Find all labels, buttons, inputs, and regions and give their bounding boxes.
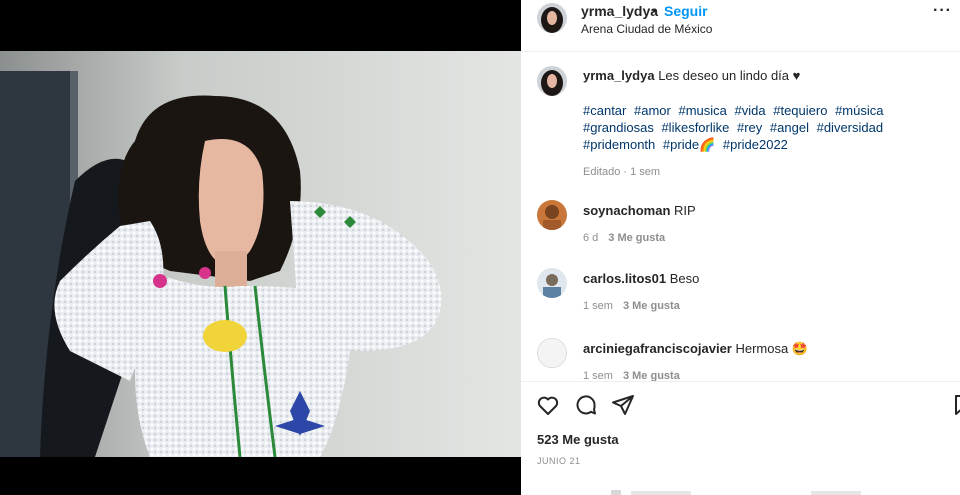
comment-text: RIP	[674, 203, 696, 218]
commenter-avatar[interactable]	[537, 338, 567, 368]
add-comment-row-partial	[611, 490, 861, 495]
caption-line: yrma_lydya Les deseo un lindo día ♥	[583, 68, 800, 83]
hashtag-link[interactable]: #likesforlike	[661, 120, 729, 135]
hashtag-link[interactable]: #amor	[634, 103, 671, 118]
caption-username[interactable]: yrma_lydya	[583, 68, 655, 83]
post-media-panel	[0, 0, 521, 495]
post-actions-bar	[521, 381, 960, 429]
hashtag-link[interactable]: #grandiosas	[583, 120, 654, 135]
comment-time[interactable]: 6 d	[583, 232, 598, 244]
comment-line: carlos.litos01 Beso	[583, 271, 699, 286]
hashtag-link[interactable]: #pride🌈	[663, 137, 715, 152]
post-details-panel: yrma_lydya • Seguir Arena Ciudad de Méxi…	[521, 0, 960, 495]
hashtag-link[interactable]: #música	[835, 103, 883, 118]
follow-button[interactable]: Seguir	[664, 3, 708, 19]
comment-username[interactable]: arciniegafranciscojavier	[583, 341, 732, 356]
author-username[interactable]: yrma_lydya	[581, 3, 658, 19]
hashtag-link[interactable]: #pridemonth	[583, 137, 655, 152]
heart-icon[interactable]	[536, 393, 560, 417]
comment-line: arciniegafranciscojavier Hermosa 🤩	[583, 341, 808, 357]
comment-text: Hermosa 🤩	[735, 341, 809, 356]
hashtag-link[interactable]: #cantar	[583, 103, 626, 118]
comment-item: soynachoman RIP 6 d 3 Me gusta	[521, 200, 960, 260]
comment-meta: 1 sem 3 Me gusta	[583, 300, 680, 312]
post-header: yrma_lydya • Seguir Arena Ciudad de Méxi…	[521, 0, 960, 40]
caption-hashtags: #cantar #amor #musica #vida #tequiero #m…	[583, 102, 953, 153]
hashtag-link[interactable]: #pride2022	[723, 137, 788, 152]
caption-meta: Editado · 1 sem	[583, 166, 661, 178]
header-divider	[521, 51, 960, 52]
hashtag-link[interactable]: #musica	[678, 103, 726, 118]
comment-time[interactable]: 1 sem	[583, 300, 613, 312]
caption-author-avatar[interactable]	[537, 66, 567, 96]
comment-icon[interactable]	[574, 393, 598, 417]
header-separator: •	[652, 2, 657, 18]
commenter-avatar[interactable]	[537, 200, 567, 230]
photo-illustration	[0, 51, 521, 457]
bookmark-icon[interactable]	[951, 393, 960, 417]
more-options-icon[interactable]: ···	[933, 2, 952, 20]
hashtag-link[interactable]: #diversidad	[817, 120, 884, 135]
post-date: JUNIO 21	[537, 456, 581, 466]
likes-count[interactable]: 523 Me gusta	[537, 432, 619, 447]
comment-likes[interactable]: 3 Me gusta	[608, 232, 665, 244]
comment-meta: 6 d 3 Me gusta	[583, 232, 665, 244]
hashtag-link[interactable]: #rey	[737, 120, 762, 135]
comment-username[interactable]: soynachoman	[583, 203, 670, 218]
hashtag-link[interactable]: #vida	[735, 103, 766, 118]
hashtag-link[interactable]: #tequiero	[773, 103, 827, 118]
comment-text: Beso	[669, 271, 700, 286]
commenter-avatar[interactable]	[537, 268, 567, 298]
comment-username[interactable]: carlos.litos01	[583, 271, 666, 286]
comment-likes[interactable]: 3 Me gusta	[623, 300, 680, 312]
caption-text: Les deseo un lindo día ♥	[658, 68, 801, 83]
post-location[interactable]: Arena Ciudad de México	[581, 22, 712, 36]
hashtag-link[interactable]: #angel	[770, 120, 809, 135]
comment-line: soynachoman RIP	[583, 203, 696, 218]
post-photo[interactable]	[0, 51, 521, 457]
comment-item: carlos.litos01 Beso 1 sem 3 Me gusta	[521, 268, 960, 328]
share-icon[interactable]	[611, 393, 635, 417]
actions-divider	[521, 381, 960, 382]
author-avatar[interactable]	[537, 3, 567, 33]
